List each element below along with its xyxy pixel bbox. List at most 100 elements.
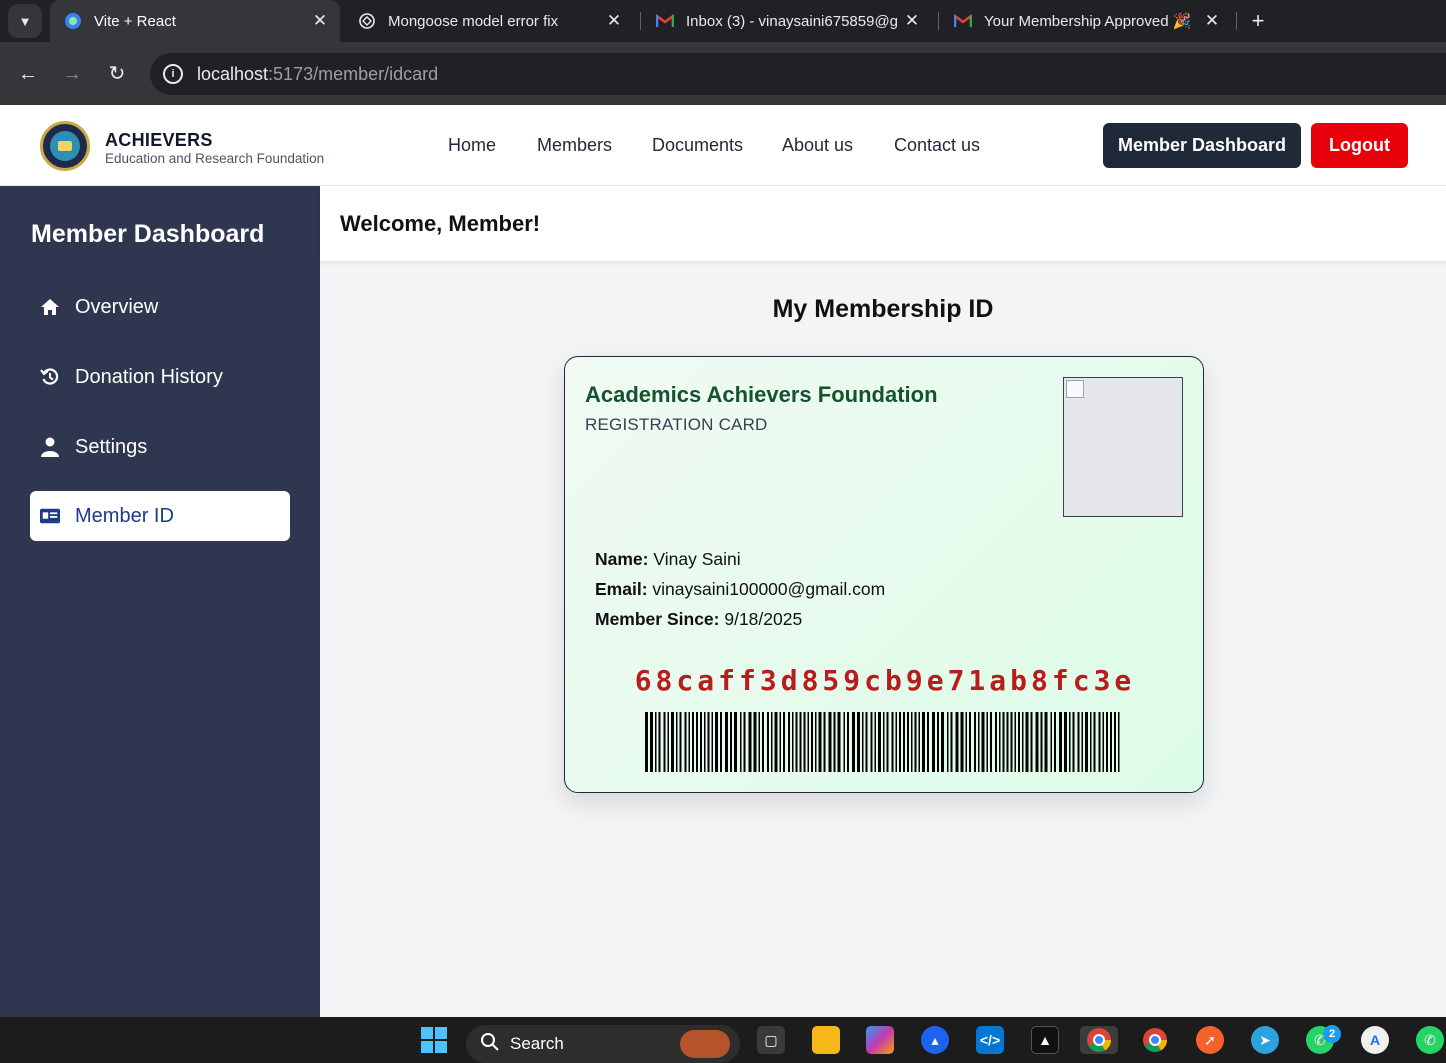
close-tab-icon[interactable]: ✕ [900,11,924,31]
barcode-bar [847,712,849,772]
docker-icon[interactable]: ▴ [921,1026,949,1054]
barcode-bar [927,712,929,772]
barcode-bar [1106,712,1108,772]
copilot-icon[interactable] [866,1026,894,1054]
barcode-bar [788,712,790,772]
nav-home[interactable]: Home [448,135,496,156]
barcode-bar [865,712,868,772]
brand-name: ACHIEVERS [105,130,213,150]
sidebar-item-settings[interactable]: Settings [30,422,290,472]
tab-separator [640,12,641,30]
sidebar: Member Dashboard Overview Donation Histo… [0,186,320,1017]
taskbar-search[interactable]: Search [466,1025,740,1063]
member-name-field: Name: Vinay Saini [595,549,741,570]
tab-title: Vite + React [94,12,176,30]
browser-tab-3[interactable]: Inbox (3) - vinaysaini675859@g ✕ [642,0,932,42]
welcome-bar: Welcome, Member! [320,186,1446,261]
barcode-bar [650,712,653,772]
barcode-bar [990,712,992,772]
history-icon [40,367,60,387]
nav-members[interactable]: Members [537,135,612,156]
barcode-bar [762,712,764,772]
telegram-icon[interactable]: ➤ [1251,1026,1279,1054]
barcode-bar [792,712,794,772]
barcode-bar [807,712,809,772]
barcode-bar [828,712,832,772]
browser-tab-1[interactable]: Vite + React ✕ [50,0,340,42]
nav-documents[interactable]: Documents [652,135,743,156]
barcode-bar [1064,712,1067,772]
barcode-bar [978,712,980,772]
windows-start-icon[interactable] [420,1026,448,1054]
barcode-bar [753,712,757,772]
notification-badge: 2 [1323,1025,1341,1043]
barcode-bar [947,712,949,772]
barcode-bar [903,712,905,772]
barcode-bar [1014,712,1016,772]
terminal-app-icon[interactable]: ▲ [1031,1026,1059,1054]
file-explorer-icon[interactable] [812,1026,840,1054]
reload-icon[interactable]: ↻ [102,59,132,89]
barcode-bar [1081,712,1083,772]
browser-tab-4[interactable]: Your Membership Approved 🎉 ✕ [940,0,1232,42]
barcode-bar [795,712,798,772]
logout-button[interactable]: Logout [1311,123,1408,168]
close-tab-icon[interactable]: ✕ [308,11,332,31]
browser-tab-2[interactable]: Mongoose model error fix ✕ [344,0,634,42]
tab-search-chevron-icon[interactable]: ▼ [8,4,42,38]
barcode-bar [965,712,967,772]
foundation-logo[interactable] [40,121,90,171]
member-since-value: 9/18/2025 [724,609,803,629]
barcode-bar [771,712,773,772]
barcode-bar [911,712,913,772]
barcode-bar [932,712,935,772]
sidebar-item-overview[interactable]: Overview [30,282,290,332]
back-arrow-icon[interactable]: ← [13,59,43,89]
forward-arrow-icon[interactable]: → [57,59,87,89]
sidebar-item-label: Member ID [75,504,174,527]
barcode-bar [679,712,682,772]
barcode-bar [684,712,687,772]
address-bar[interactable]: i localhost:5173/member/idcard [150,53,1446,95]
site-info-icon[interactable]: i [163,64,183,84]
close-tab-icon[interactable]: ✕ [602,11,626,31]
barcode-bar [1072,712,1075,772]
vscode-icon[interactable]: </> [976,1026,1004,1054]
member-dashboard-button[interactable]: Member Dashboard [1103,123,1301,168]
barcode-bar [1114,712,1116,772]
sidebar-item-member-id[interactable]: Member ID [30,491,290,541]
close-tab-icon[interactable]: ✕ [1200,11,1224,31]
new-tab-icon[interactable]: + [1244,6,1272,36]
barcode-bar [823,712,826,772]
barcode-bar [918,712,920,772]
barcode-bar [783,712,785,772]
tab-title: Inbox (3) - vinaysaini675859@g [686,12,899,30]
brand-subtitle: Education and Research Foundation [105,151,325,166]
broken-image-icon [1066,380,1084,398]
chrome-icon[interactable] [1141,1026,1169,1054]
nav-contact-us[interactable]: Contact us [894,135,980,156]
barcode-bar [986,712,988,772]
membership-id-card: Academics Achievers Foundation REGISTRAT… [564,356,1204,793]
barcode-bar [1018,712,1020,772]
member-email-field: Email: vinaysaini100000@gmail.com [595,579,885,600]
barcode-bar [837,712,841,772]
nav-about-us[interactable]: About us [782,135,853,156]
barcode-bar [1054,712,1056,772]
barcode-bar [1050,712,1052,772]
member-since-field: Member Since: 9/18/2025 [595,609,802,630]
sidebar-item-donation-history[interactable]: Donation History [30,352,290,402]
android-studio-icon[interactable]: A [1361,1026,1389,1054]
postman-icon[interactable]: ➚ [1196,1026,1224,1054]
task-view-icon[interactable]: ▢ [757,1026,785,1054]
barcode-bar [1098,712,1101,772]
chrome-active-icon[interactable] [1080,1026,1118,1054]
id-card-icon [40,506,60,526]
member-id-code: 68caff3d859cb9e71ab8fc3e [634,664,1136,697]
url-text: localhost:5173/member/idcard [197,64,438,85]
barcode-bar [663,712,666,772]
whatsapp-web-icon[interactable]: ✆ [1416,1026,1444,1054]
barcode-bar [981,712,985,772]
welcome-heading: Welcome, Member! [340,211,541,236]
barcode-bar [667,712,669,772]
